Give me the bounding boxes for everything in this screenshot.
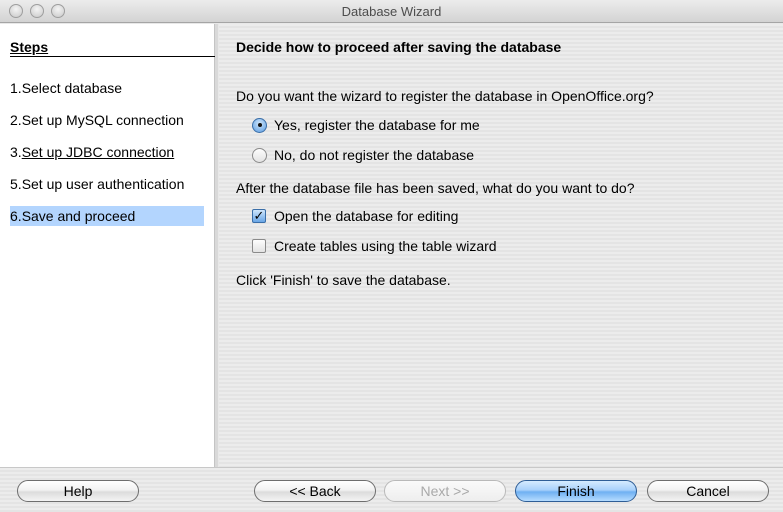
register-question: Do you want the wizard to register the d… [236, 88, 654, 104]
step-label: Set up user authentication [21, 176, 185, 192]
register-yes-option[interactable]: Yes, register the database for me [252, 117, 480, 133]
step-label: Save and proceed [21, 208, 136, 224]
after-save-question: After the database file has been saved, … [236, 180, 635, 196]
step-label: Set up MySQL connection [21, 112, 184, 128]
step-number: 1. [10, 80, 22, 96]
finish-hint: Click 'Finish' to save the database. [236, 272, 451, 288]
finish-button[interactable]: Finish [515, 480, 637, 502]
page-heading: Decide how to proceed after saving the d… [236, 39, 562, 55]
cancel-button[interactable]: Cancel [647, 480, 769, 502]
steps-sidebar: Steps 1.Select database 2.Set up MySQL c… [0, 24, 218, 467]
window-title: Database Wizard [341, 4, 442, 19]
title-bar: Database Wizard [0, 0, 783, 23]
minimize-button[interactable] [30, 4, 44, 18]
back-button[interactable]: << Back [254, 480, 376, 502]
next-button[interactable]: Next >> [384, 480, 506, 502]
step-save-and-proceed[interactable]: 6.Save and proceed [10, 206, 204, 226]
steps-heading: Steps [10, 39, 215, 57]
step-label: Select database [21, 80, 123, 96]
close-button[interactable] [9, 4, 23, 18]
wizard-page: Decide how to proceed after saving the d… [219, 24, 783, 467]
radio-selected-icon[interactable] [252, 117, 267, 133]
register-no-label: No, do not register the database [274, 147, 475, 163]
radio-unselected-icon[interactable] [252, 147, 267, 163]
window-controls [9, 4, 65, 18]
step-number: 6. [10, 208, 22, 224]
step-select-database[interactable]: 1.Select database [10, 78, 204, 98]
register-yes-label: Yes, register the database for me [274, 117, 480, 133]
open-for-editing-label: Open the database for editing [274, 208, 459, 224]
step-number: 2. [10, 112, 22, 128]
step-mysql-connection[interactable]: 2.Set up MySQL connection [10, 110, 204, 130]
step-number: 3. [10, 144, 22, 160]
help-button[interactable]: Help [17, 480, 139, 502]
step-number: 5. [10, 176, 22, 192]
button-bar: Help << Back Next >> Finish Cancel [0, 467, 783, 512]
register-no-option[interactable]: No, do not register the database [252, 147, 474, 163]
checkbox-checked-icon[interactable]: ✓ [252, 209, 266, 223]
create-tables-label: Create tables using the table wizard [274, 238, 497, 254]
step-label: Set up JDBC connection [21, 144, 175, 160]
create-tables-option[interactable]: Create tables using the table wizard [252, 238, 497, 254]
open-for-editing-option[interactable]: ✓ Open the database for editing [252, 208, 458, 224]
checkbox-unchecked-icon[interactable] [252, 239, 266, 253]
step-jdbc-connection[interactable]: 3.Set up JDBC connection [10, 142, 204, 162]
zoom-button[interactable] [51, 4, 65, 18]
step-user-authentication[interactable]: 5.Set up user authentication [10, 174, 204, 194]
